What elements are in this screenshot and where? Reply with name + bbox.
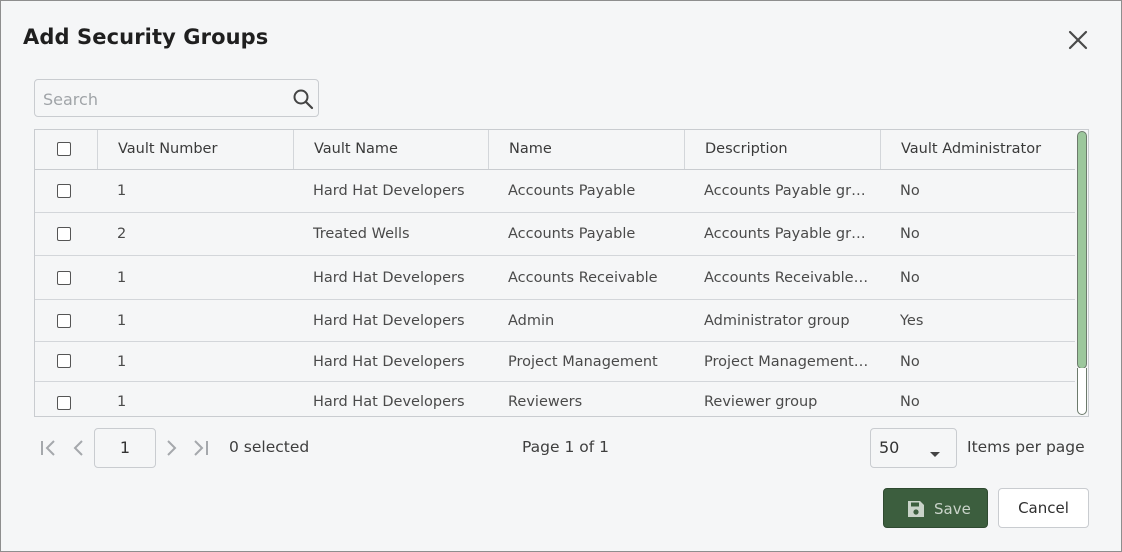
cell-vault-administrator: Yes — [900, 312, 924, 329]
column-header-description[interactable]: Description — [684, 130, 880, 169]
security-groups-table: Vault Number Vault Name Name Description… — [34, 129, 1089, 417]
cell-name: Project Management — [508, 353, 658, 370]
add-security-groups-dialog: Add Security Groups Vault Number Vault N… — [0, 0, 1122, 552]
cell-vault-number: 1 — [117, 394, 127, 410]
search-icon[interactable] — [292, 88, 314, 110]
table-row[interactable]: 1 Hard Hat Developers Reviewers Reviewer… — [35, 382, 1075, 416]
save-label: Save — [934, 500, 971, 518]
column-header-name[interactable]: Name — [488, 130, 684, 169]
items-per-page-label: Items per page — [967, 438, 1085, 456]
close-icon[interactable] — [1065, 27, 1091, 53]
items-per-page-value: 50 — [879, 438, 900, 457]
row-checkbox[interactable] — [57, 396, 71, 410]
cell-vault-number: 2 — [117, 226, 127, 242]
save-icon — [906, 499, 926, 523]
cell-vault-number: 1 — [117, 183, 127, 199]
first-page-icon[interactable] — [39, 438, 59, 462]
cell-description: Administrator group — [704, 312, 850, 329]
cell-name: Reviewers — [508, 394, 583, 410]
dialog-title: Add Security Groups — [23, 25, 269, 49]
cell-description: Accounts Payable gr… — [704, 183, 866, 199]
previous-page-icon[interactable] — [69, 438, 89, 462]
cell-vault-administrator: No — [900, 183, 920, 199]
search-box — [34, 79, 319, 118]
table-row[interactable]: 2 Treated Wells Accounts Payable Account… — [35, 213, 1075, 256]
column-header-vault-number[interactable]: Vault Number — [97, 130, 293, 169]
cell-description: Accounts Receivable… — [704, 269, 869, 286]
row-checkbox[interactable] — [57, 354, 71, 368]
cell-description: Reviewer group — [704, 394, 818, 410]
row-checkbox[interactable] — [57, 184, 71, 198]
selected-count: 0 selected — [229, 438, 310, 456]
row-checkbox[interactable] — [57, 271, 71, 285]
chevron-down-icon — [929, 444, 941, 463]
column-header-vault-administrator[interactable]: Vault Administrator — [880, 130, 1075, 169]
select-all-checkbox[interactable] — [57, 142, 71, 156]
cell-name: Accounts Receivable — [508, 269, 658, 286]
cell-vault-name: Hard Hat Developers — [313, 394, 465, 410]
table-row[interactable]: 1 Hard Hat Developers Accounts Payable A… — [35, 170, 1075, 213]
cell-vault-number: 1 — [117, 312, 127, 329]
cell-name: Accounts Payable — [508, 226, 636, 242]
cell-vault-administrator: No — [900, 394, 920, 410]
items-per-page-select[interactable]: 50 — [870, 428, 957, 468]
cell-vault-number: 1 — [117, 353, 127, 370]
page-number-input[interactable]: 1 — [94, 428, 156, 468]
cell-description: Accounts Payable gr… — [704, 226, 866, 242]
next-page-icon[interactable] — [161, 438, 181, 462]
cell-vault-administrator: No — [900, 226, 920, 242]
cell-description: Project Management… — [704, 353, 869, 370]
table-row[interactable]: 1 Hard Hat Developers Accounts Receivabl… — [35, 256, 1075, 300]
row-checkbox[interactable] — [57, 227, 71, 241]
cell-name: Accounts Payable — [508, 183, 636, 199]
cell-vault-name: Hard Hat Developers — [313, 312, 465, 329]
cancel-button[interactable]: Cancel — [998, 488, 1089, 528]
scrollbar-thumb[interactable] — [1077, 131, 1087, 369]
row-checkbox[interactable] — [57, 314, 71, 328]
cell-vault-number: 1 — [117, 269, 127, 286]
table-row[interactable]: 1 Hard Hat Developers Project Management… — [35, 342, 1075, 382]
cell-vault-name: Treated Wells — [313, 226, 410, 242]
page-info: Page 1 of 1 — [522, 438, 609, 456]
cell-vault-name: Hard Hat Developers — [313, 353, 465, 370]
scrollbar-track-rest[interactable] — [1077, 368, 1087, 415]
cell-vault-administrator: No — [900, 269, 920, 286]
cell-name: Admin — [508, 312, 555, 329]
cell-vault-administrator: No — [900, 353, 920, 370]
last-page-icon[interactable] — [190, 438, 210, 462]
save-button[interactable]: Save — [883, 488, 988, 528]
table-row[interactable]: 1 Hard Hat Developers Admin Administrato… — [35, 300, 1075, 342]
cell-vault-name: Hard Hat Developers — [313, 183, 465, 199]
cell-vault-name: Hard Hat Developers — [313, 269, 465, 286]
search-input[interactable] — [41, 80, 285, 118]
table-header: Vault Number Vault Name Name Description… — [35, 130, 1075, 170]
column-header-vault-name[interactable]: Vault Name — [293, 130, 488, 169]
